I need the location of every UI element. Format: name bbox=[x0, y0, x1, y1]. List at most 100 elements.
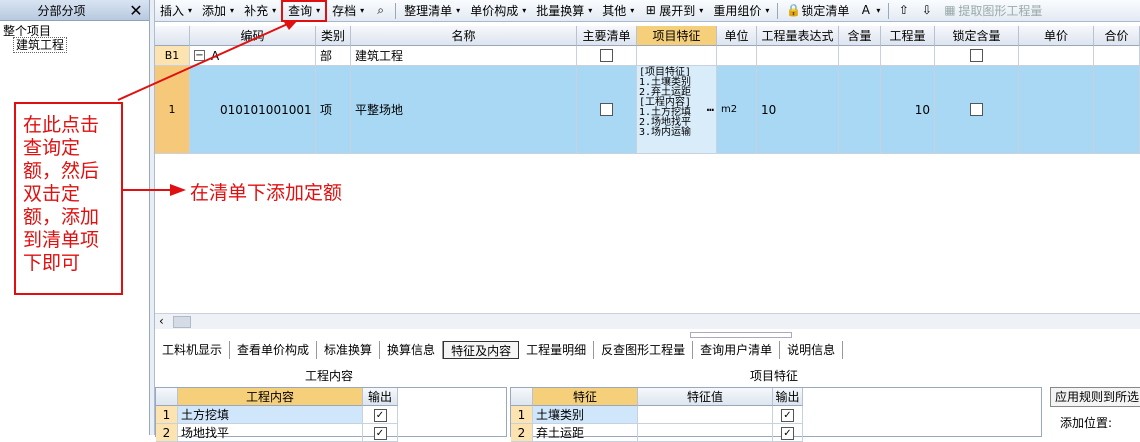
table-cell-text[interactable]: 弃土运距 bbox=[533, 424, 638, 442]
toolbar-button-8[interactable]: 单价构成 ▾ bbox=[465, 1, 531, 21]
grid-cell-unit[interactable] bbox=[717, 46, 757, 66]
grid-cell-content[interactable] bbox=[839, 66, 881, 154]
toolbar-icon-button-5[interactable]: ⌕ bbox=[369, 1, 392, 21]
tab-4[interactable]: 特征及内容 bbox=[443, 341, 520, 359]
column-header-8[interactable]: 含量 bbox=[839, 26, 881, 46]
chevron-down-icon: ▾ bbox=[699, 6, 704, 15]
checkbox-checked[interactable]: ✓ bbox=[781, 427, 794, 440]
column-header-4[interactable]: 主要清单 bbox=[577, 26, 637, 46]
grid-cell-feature[interactable]: [项目特征] 1.土壤类别 2.弃土运距 [工程内容] 1.土方挖填 2.场地找… bbox=[637, 66, 717, 154]
toolbar-icon-button-18[interactable]: ⇩ bbox=[915, 1, 938, 21]
table-header-0 bbox=[156, 388, 178, 406]
tree-item-root[interactable]: 整个项目 bbox=[3, 24, 149, 38]
toolbar-button-0[interactable]: 插入 ▾ bbox=[155, 1, 197, 21]
table-cell-value[interactable] bbox=[638, 406, 773, 424]
collapse-icon[interactable]: − bbox=[194, 50, 205, 61]
toolbar-separator bbox=[395, 2, 397, 19]
grid-cell-qty[interactable]: 10 bbox=[881, 66, 935, 154]
checkbox[interactable] bbox=[970, 49, 983, 62]
toolbar-separator bbox=[888, 2, 890, 19]
toolbar-button-2[interactable]: 补充 ▾ bbox=[239, 1, 281, 21]
grid-cell-name[interactable]: 建筑工程 bbox=[351, 46, 577, 66]
table-cell-checked[interactable]: ✓ bbox=[773, 406, 803, 424]
grid-cell-empty[interactable] bbox=[1019, 66, 1094, 154]
column-header-7[interactable]: 工程量表达式 bbox=[757, 26, 839, 46]
grid-cell-content[interactable] bbox=[839, 46, 881, 66]
grid-cell-empty[interactable] bbox=[1094, 66, 1140, 154]
column-header-5[interactable]: 项目特征 bbox=[637, 26, 717, 46]
checkbox-checked[interactable]: ✓ bbox=[373, 427, 387, 440]
toolbar-icon-button-15[interactable]: A ▾ bbox=[854, 1, 885, 21]
column-header-0[interactable] bbox=[155, 26, 190, 46]
tab-3[interactable]: 换算信息 bbox=[380, 341, 444, 359]
scroll-thumb[interactable] bbox=[173, 316, 191, 328]
tab-0[interactable]: 工料机显示 bbox=[155, 341, 231, 359]
checkbox[interactable] bbox=[600, 49, 613, 62]
grid-cell-code[interactable]: − A bbox=[190, 46, 316, 66]
grid-cell-main[interactable] bbox=[577, 46, 637, 66]
grid-cell-expr[interactable] bbox=[757, 46, 839, 66]
table-cell-checked[interactable]: ✓ bbox=[363, 406, 398, 424]
grid-cell-name[interactable]: 平整场地 bbox=[351, 66, 577, 154]
more-icon[interactable]: … bbox=[707, 101, 714, 113]
grid-cell-feature[interactable] bbox=[637, 46, 717, 66]
toolbar-button-label: 添加 bbox=[202, 4, 227, 18]
toolbar-button-19[interactable]: ▦ 提取图形工程量 bbox=[938, 1, 1047, 21]
toolbar: 插入 ▾ 添加 ▾ 补充 ▾ 查询 ▾ 存档 ▾ ⌕ 整理清单 ▾ 单价构成 ▾ 批量换算 ▾ 其他 ▾ ⊞ 展开到 ▾ 重… bbox=[155, 0, 1140, 22]
checkbox-checked[interactable]: ✓ bbox=[781, 409, 794, 422]
column-header-9[interactable]: 工程量 bbox=[881, 26, 935, 46]
row-number: 1 bbox=[155, 66, 190, 154]
grid-cell-lock[interactable] bbox=[935, 46, 1019, 66]
tab-5[interactable]: 工程量明细 bbox=[519, 341, 595, 359]
column-header-1[interactable]: 编码 bbox=[190, 26, 316, 46]
toolbar-button-label: 存档 bbox=[332, 4, 357, 18]
checkbox-checked[interactable]: ✓ bbox=[373, 409, 387, 422]
toolbar-button-7[interactable]: 整理清单 ▾ bbox=[399, 1, 465, 21]
chevron-down-icon: ▾ bbox=[630, 6, 635, 15]
tree-item-building[interactable]: 建筑工程 bbox=[3, 37, 149, 53]
column-header-10[interactable]: 锁定含量 bbox=[935, 26, 1019, 46]
tab-2[interactable]: 标准换算 bbox=[317, 341, 381, 359]
column-header-11[interactable]: 单价 bbox=[1019, 26, 1094, 46]
toolbar-button-4[interactable]: 存档 ▾ bbox=[327, 1, 369, 21]
column-header-6[interactable]: 单位 bbox=[717, 26, 757, 46]
table-cell-text[interactable]: 土方挖填 bbox=[178, 406, 363, 424]
horizontal-scrollbar[interactable]: ‹ bbox=[155, 313, 1140, 329]
tab-8[interactable]: 说明信息 bbox=[780, 341, 844, 359]
grid-cell-main[interactable] bbox=[577, 66, 637, 154]
table-cell-checked[interactable]: ✓ bbox=[773, 424, 803, 442]
toolbar-button-14[interactable]: 🔒 锁定清单 bbox=[781, 1, 854, 21]
grid-cell-lock[interactable] bbox=[935, 66, 1019, 154]
close-icon[interactable]: ✕ bbox=[123, 1, 149, 20]
checkbox[interactable] bbox=[970, 103, 983, 116]
toolbar-button-9[interactable]: 批量换算 ▾ bbox=[531, 1, 597, 21]
grid-cell-expr[interactable]: 10 bbox=[757, 66, 839, 154]
toolbar-button-10[interactable]: 其他 ▾ bbox=[597, 1, 639, 21]
column-header-3[interactable]: 名称 bbox=[351, 26, 577, 46]
toolbar-icon-button-17[interactable]: ⇧ bbox=[892, 1, 915, 21]
grid-cell-empty[interactable] bbox=[1019, 46, 1094, 66]
apply-rule-button[interactable]: 应用规则到所选 bbox=[1050, 387, 1140, 407]
table-cell-checked[interactable]: ✓ bbox=[363, 424, 398, 442]
grid-cell-type[interactable]: 项 bbox=[316, 66, 351, 154]
table-cell-text[interactable]: 场地找平 bbox=[178, 424, 363, 442]
toolbar-button-11[interactable]: ⊞ 展开到 ▾ bbox=[639, 1, 708, 21]
column-header-2[interactable]: 类别 bbox=[316, 26, 351, 46]
toolbar-button-12[interactable]: 重用组价 ▾ bbox=[708, 1, 774, 21]
column-header-12[interactable]: 合价 bbox=[1094, 26, 1140, 46]
checkbox[interactable] bbox=[600, 103, 613, 116]
toolbar-button-1[interactable]: 添加 ▾ bbox=[197, 1, 239, 21]
table-cell-text[interactable]: 土壤类别 bbox=[533, 406, 638, 424]
grid-cell-code[interactable]: 010101001001 bbox=[190, 66, 316, 154]
tab-1[interactable]: 查看单价构成 bbox=[230, 341, 318, 359]
paint-icon: A bbox=[861, 3, 870, 17]
grid-cell-unit[interactable]: m2 bbox=[717, 66, 757, 154]
grid-cell-type[interactable]: 部 bbox=[316, 46, 351, 66]
table-cell-value[interactable] bbox=[638, 424, 773, 442]
tab-7[interactable]: 查询用户清单 bbox=[693, 341, 781, 359]
grid-cell-qty[interactable] bbox=[881, 46, 935, 66]
grid-cell-empty[interactable] bbox=[1094, 46, 1140, 66]
scroll-left-icon[interactable]: ‹ bbox=[159, 314, 164, 328]
toolbar-button-3[interactable]: 查询 ▾ bbox=[281, 0, 328, 22]
tab-6[interactable]: 反查图形工程量 bbox=[594, 341, 694, 359]
